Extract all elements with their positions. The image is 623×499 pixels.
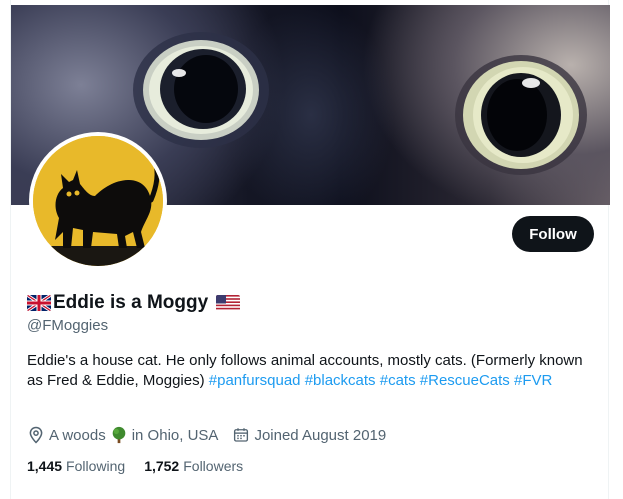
profile-bio: Eddie's a house cat. He only follows ani… (27, 351, 597, 391)
location-pin-icon (29, 426, 43, 444)
profile-card: Follow Eddie is a Moggy @FMoggies Eddie'… (10, 0, 610, 499)
following-link[interactable]: 1,445 Following (27, 458, 125, 474)
following-count: 1,445 (27, 458, 63, 474)
tree-emoji-icon (112, 426, 126, 444)
follow-button[interactable]: Follow (512, 216, 594, 252)
uk-flag-icon (27, 295, 51, 311)
joined-item: Joined August 2019 (232, 426, 386, 444)
location-item: A woods in Ohio, USA (27, 426, 218, 444)
follow-stats: 1,445 Following 1,752 Followers (27, 456, 262, 476)
us-flag-icon (216, 295, 241, 311)
hashtag-link[interactable]: #FVR (514, 372, 552, 389)
hashtag-link[interactable]: #blackcats (305, 372, 376, 389)
followers-count: 1,752 (144, 458, 180, 474)
profile-meta-row: A woods in Ohio, USA Joined August 2019 (27, 424, 400, 446)
joined-date: Joined August 2019 (254, 426, 387, 444)
profile-avatar[interactable] (29, 132, 167, 270)
location-suffix: in Ohio, USA (131, 426, 219, 444)
hashtag-link[interactable]: #RescueCats (420, 372, 510, 389)
display-name-row: Eddie is a Moggy (27, 290, 241, 316)
hashtag-link[interactable]: #cats (380, 372, 416, 389)
black-cat-avatar-image (33, 136, 163, 266)
followers-label: Followers (183, 458, 244, 474)
display-name: Eddie is a Moggy (53, 292, 209, 313)
following-label: Following (66, 458, 126, 474)
hashtag-link[interactable]: #panfursquad (209, 372, 301, 389)
location-prefix: A woods (49, 426, 106, 444)
user-handle: @FMoggies (27, 317, 109, 334)
followers-link[interactable]: 1,752 Followers (144, 458, 243, 474)
calendar-icon (234, 428, 249, 442)
